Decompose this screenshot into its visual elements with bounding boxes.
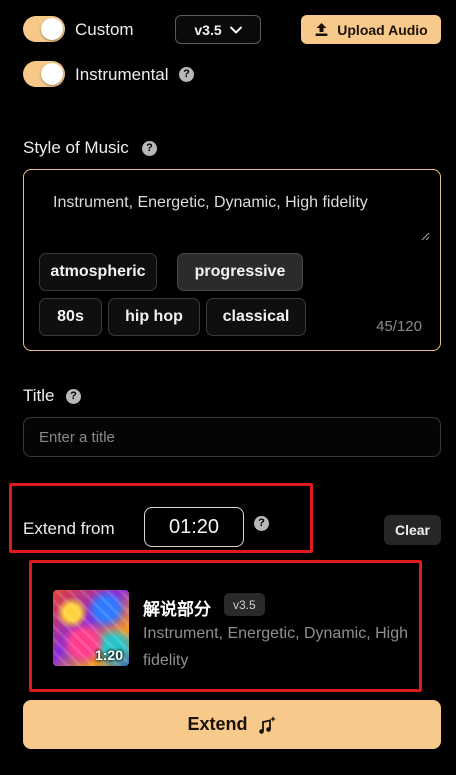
song-duration: 1:20 [94, 647, 123, 663]
music-sparkle-icon [258, 715, 276, 734]
tag-label: 80s [57, 308, 84, 325]
resize-handle-icon[interactable] [421, 232, 430, 241]
style-of-music-label: Style of Music [23, 138, 129, 157]
toggle-knob [41, 63, 63, 85]
extend-button-label: Extend [187, 714, 248, 734]
toggle-knob [41, 18, 63, 40]
help-icon[interactable]: ? [66, 389, 81, 404]
song-description: Instrument, Energetic, Dynamic, High fid… [143, 625, 408, 669]
tag-label: atmospheric [50, 263, 146, 280]
title-input[interactable] [23, 417, 441, 457]
help-icon[interactable]: ? [179, 67, 194, 82]
upload-audio-label: Upload Audio [337, 21, 428, 38]
tag-label: classical [222, 308, 290, 325]
help-icon[interactable]: ? [254, 516, 269, 531]
song-title[interactable]: 解说部分 [143, 595, 211, 620]
version-select[interactable]: v3.5 [175, 15, 261, 44]
tag-progressive[interactable]: progressive [177, 253, 303, 291]
tag-label: hip hop [125, 308, 183, 325]
tag-atmospheric[interactable]: atmospheric [39, 253, 157, 291]
instrumental-label: Instrumental [75, 65, 169, 84]
clear-button[interactable]: Clear [384, 515, 441, 545]
extend-time-input[interactable] [144, 507, 244, 547]
upload-icon [315, 23, 328, 36]
char-count: 45/120 [376, 318, 422, 335]
upload-audio-button[interactable]: Upload Audio [301, 15, 441, 44]
version-value: v3.5 [194, 21, 222, 38]
title-label: Title [23, 386, 55, 405]
custom-label: Custom [75, 20, 134, 39]
extend-from-label: Extend from [23, 519, 115, 538]
song-cover-image[interactable]: 1:20 [53, 590, 129, 666]
style-of-music-field[interactable]: Instrument, Energetic, Dynamic, High fid… [23, 169, 441, 351]
custom-toggle[interactable] [23, 16, 65, 42]
help-icon[interactable]: ? [142, 141, 157, 156]
tag-classical[interactable]: classical [206, 298, 306, 336]
song-version-badge: v3.5 [224, 593, 265, 616]
style-text[interactable]: Instrument, Energetic, Dynamic, High fid… [53, 194, 368, 212]
instrumental-toggle[interactable] [23, 61, 65, 87]
tag-label: progressive [194, 263, 286, 280]
extend-button[interactable]: Extend [23, 700, 441, 749]
tag-hip-hop[interactable]: hip hop [108, 298, 200, 336]
chevron-down-icon [229, 26, 242, 33]
tag-80s[interactable]: 80s [39, 298, 102, 336]
